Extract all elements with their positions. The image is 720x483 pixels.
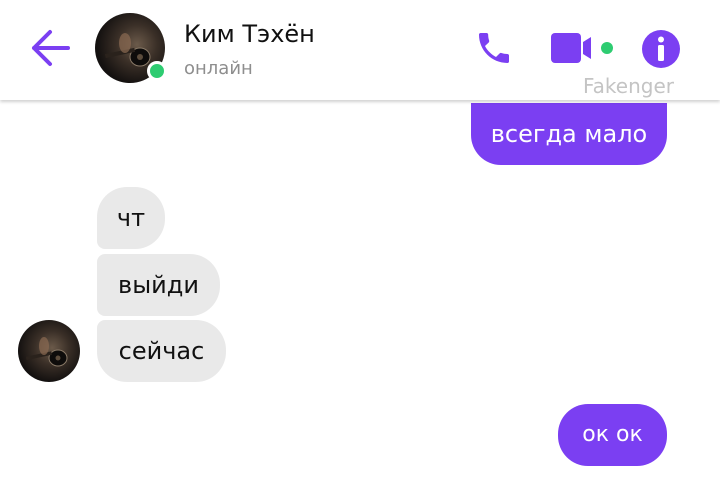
contact-avatar-wrapper[interactable]	[95, 13, 167, 83]
contact-status: онлайн	[184, 58, 253, 79]
message-bubble-incoming[interactable]: чт	[97, 187, 165, 249]
message-bubble-incoming[interactable]: сейчас	[97, 320, 226, 382]
watermark: Fakenger	[583, 74, 674, 98]
phone-icon	[479, 33, 509, 63]
call-button[interactable]	[472, 28, 516, 68]
contact-name[interactable]: Ким Тэхён	[184, 20, 315, 48]
video-call-button[interactable]	[549, 30, 619, 66]
guitar-photo	[25, 337, 68, 367]
back-arrow-icon	[32, 30, 70, 66]
message-bubble-incoming[interactable]: выйди	[97, 254, 220, 316]
message-bubble-outgoing[interactable]: ок ок	[558, 404, 667, 466]
online-status-dot	[147, 61, 167, 81]
message-bubble-outgoing[interactable]: всегда мало	[471, 103, 667, 165]
back-button[interactable]	[26, 28, 74, 68]
message-sender-avatar[interactable]	[18, 320, 80, 382]
video-camera-icon	[551, 33, 613, 63]
info-icon	[642, 30, 680, 68]
info-button[interactable]	[640, 28, 682, 70]
